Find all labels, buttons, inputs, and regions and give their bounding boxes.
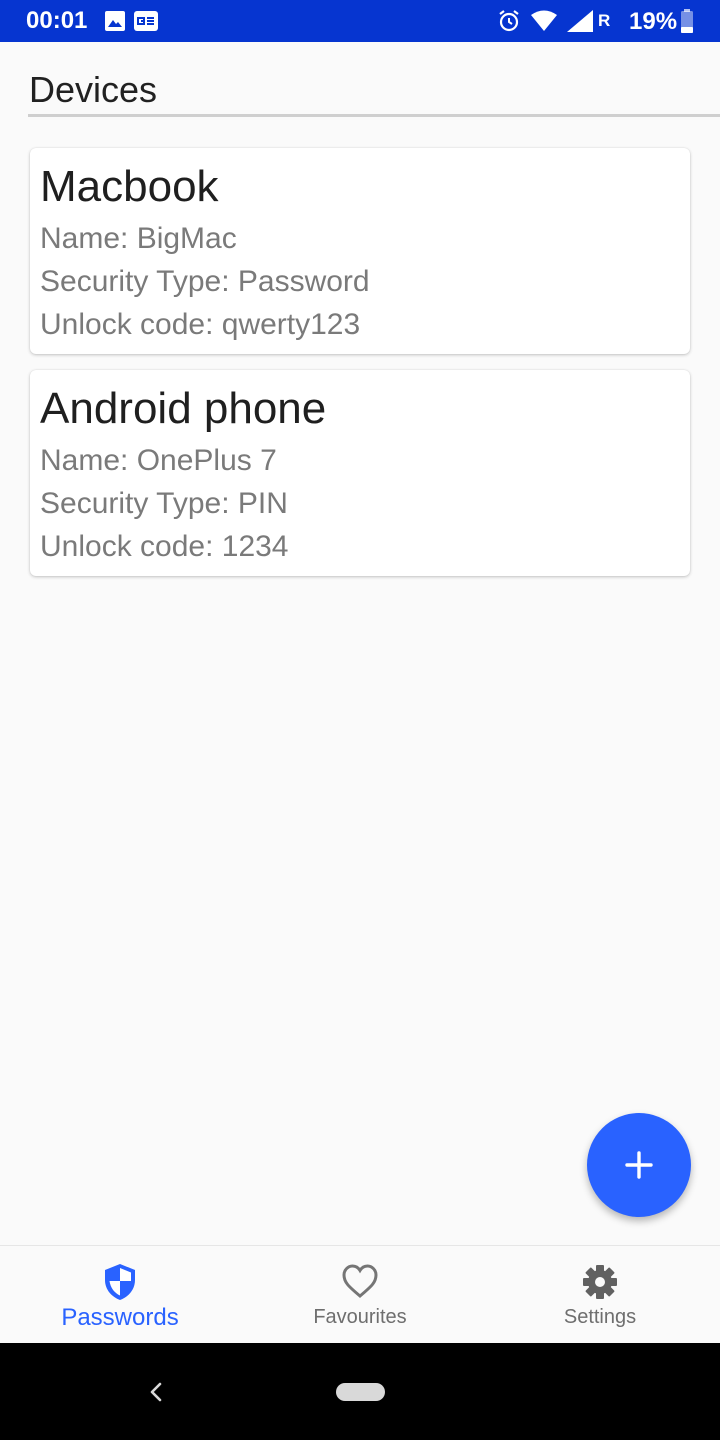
home-button[interactable]: [336, 1383, 385, 1401]
nav-item-favourites[interactable]: Favourites: [240, 1246, 480, 1344]
title-divider: [28, 114, 720, 117]
battery-icon: [681, 9, 693, 33]
nav-label: Favourites: [313, 1306, 407, 1328]
status-bar: 00:01 R 19%: [0, 0, 720, 42]
device-card[interactable]: Android phone Name: OnePlus 7 Security T…: [30, 370, 690, 576]
heart-icon: [342, 1264, 378, 1298]
nav-label: Settings: [563, 1306, 637, 1328]
nav-item-passwords[interactable]: Passwords: [0, 1246, 240, 1344]
signal-icon: [567, 10, 593, 32]
battery-percent: 19%: [629, 8, 678, 35]
device-title: Macbook: [40, 162, 219, 211]
page-title: Devices: [29, 69, 158, 110]
device-card[interactable]: Macbook Name: BigMac Security Type: Pass…: [30, 148, 690, 354]
image-notification-icon: [105, 11, 125, 31]
device-security-type: Security Type: PIN: [40, 487, 288, 520]
shield-icon: [105, 1264, 135, 1300]
device-name: Name: BigMac: [40, 222, 237, 255]
system-navigation-bar: [0, 1343, 720, 1440]
device-name: Name: OnePlus 7: [40, 444, 277, 477]
device-title: Android phone: [40, 384, 327, 433]
device-security-type: Security Type: Password: [40, 265, 370, 298]
alarm-icon: [499, 10, 519, 32]
status-time: 00:01: [26, 7, 88, 34]
roaming-indicator: R: [598, 11, 611, 30]
bottom-navigation: Passwords Favourites Settings: [0, 1245, 720, 1343]
nav-label: Passwords: [61, 1304, 179, 1331]
plus-icon: [625, 1151, 653, 1179]
nav-item-settings[interactable]: Settings: [480, 1246, 720, 1344]
gear-icon: [583, 1265, 617, 1299]
wifi-icon: [531, 10, 557, 31]
device-unlock-code: Unlock code: qwerty123: [40, 308, 361, 341]
device-unlock-code: Unlock code: 1234: [40, 530, 289, 563]
news-notification-icon: [134, 11, 158, 31]
back-icon[interactable]: [146, 1381, 166, 1403]
add-device-button[interactable]: [587, 1113, 691, 1217]
